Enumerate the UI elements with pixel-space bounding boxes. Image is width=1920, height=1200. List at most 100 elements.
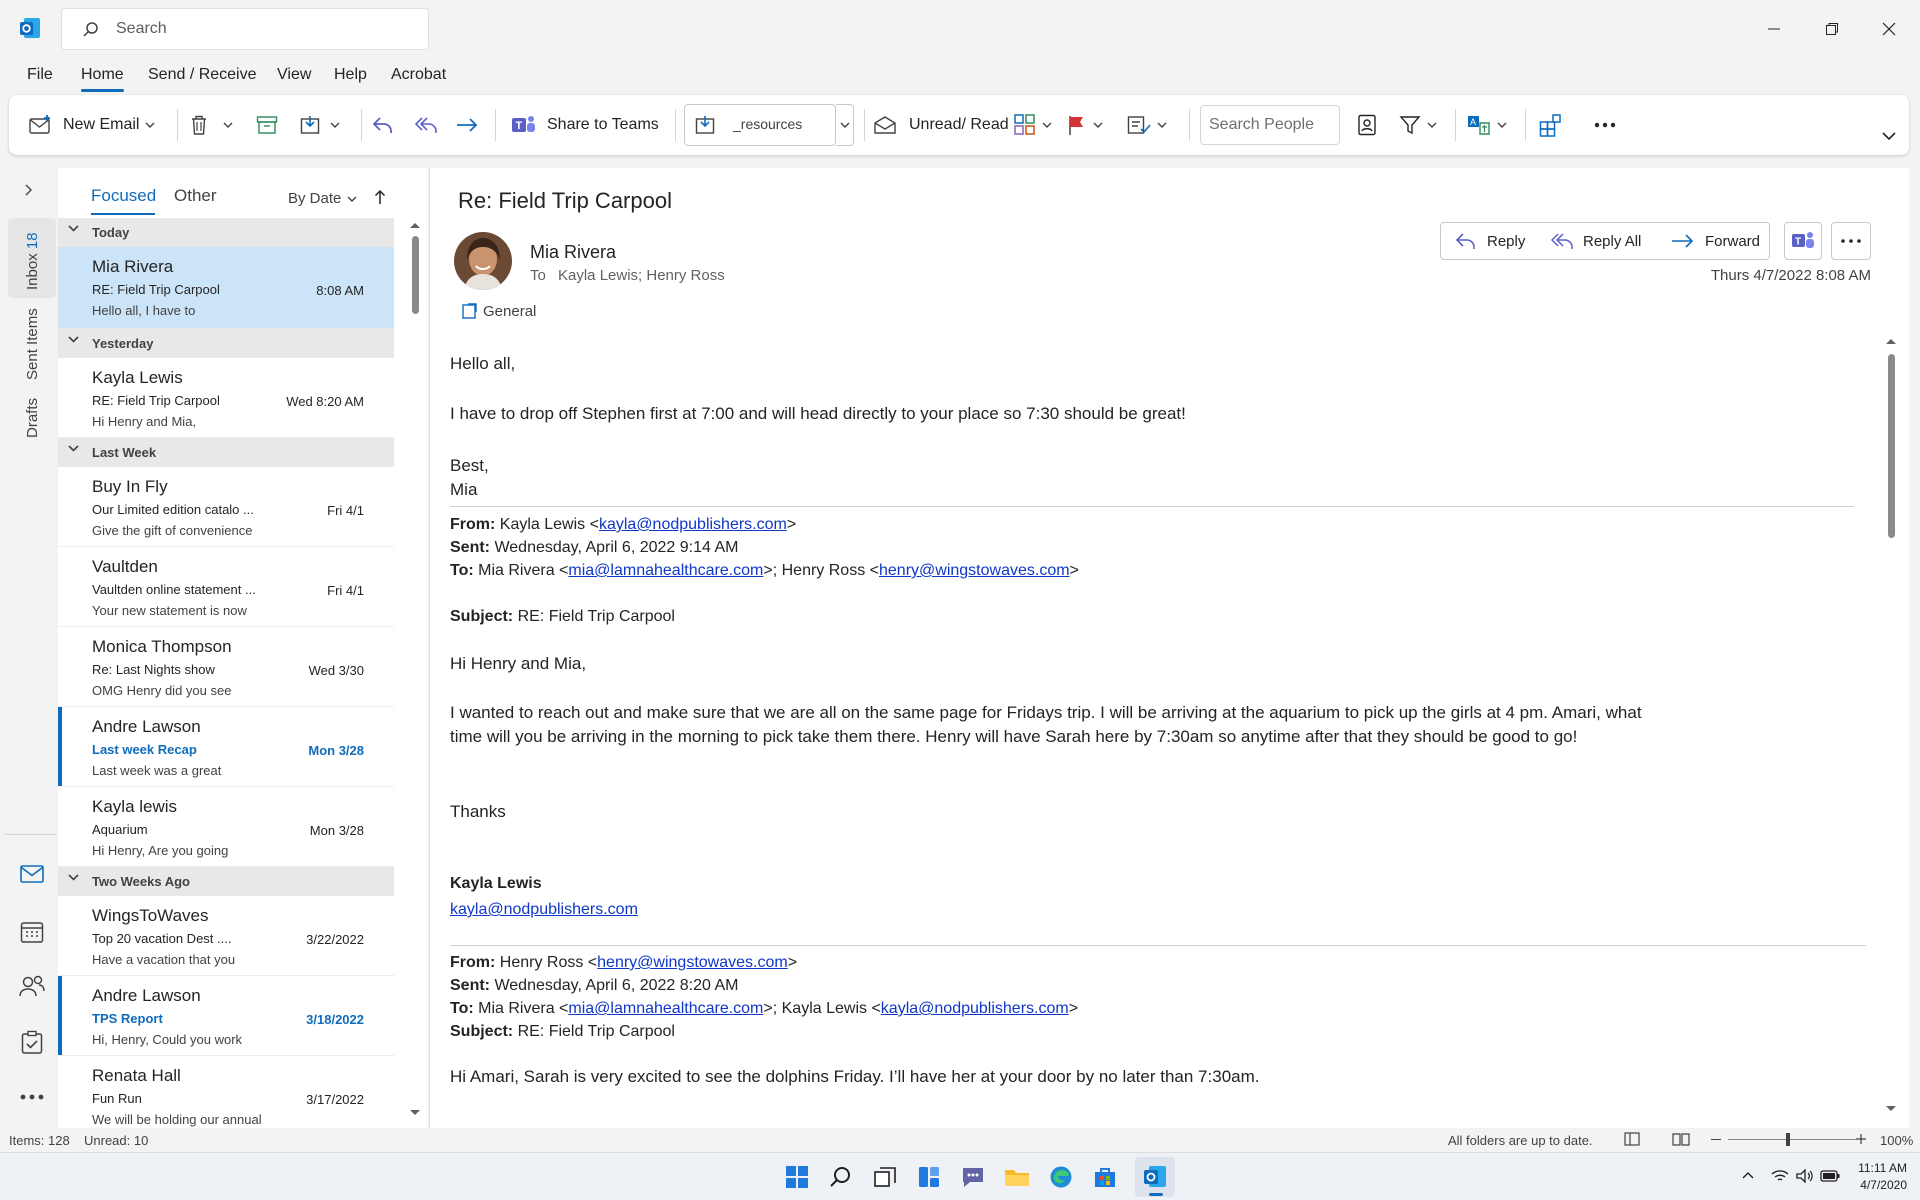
outlook-taskbar-button[interactable] — [1135, 1157, 1175, 1197]
sent-items-folder[interactable]: Sent Items — [24, 308, 41, 380]
scrollbar-thumb[interactable] — [1888, 354, 1895, 538]
file-explorer-button[interactable] — [1003, 1163, 1031, 1191]
list-item[interactable]: Mia Rivera RE: Field Trip Carpool Hello … — [58, 247, 394, 329]
search-people-input[interactable]: Search People — [1200, 105, 1340, 145]
group-header-yesterday[interactable]: Yesterday — [58, 329, 394, 358]
get-add-ins-button[interactable] — [1539, 95, 1563, 155]
battery-icon[interactable] — [1820, 1170, 1840, 1182]
list-item[interactable]: Vaultden Vaultden online statement ... Y… — [58, 547, 394, 627]
start-button[interactable] — [783, 1163, 811, 1191]
teams-chat-taskbar-button[interactable] — [959, 1163, 987, 1191]
rules-button[interactable] — [1127, 95, 1167, 155]
zoom-out-button[interactable] — [1711, 1139, 1721, 1140]
teams-chat-button[interactable]: T — [1784, 222, 1822, 260]
close-button[interactable] — [1866, 12, 1912, 46]
list-item[interactable]: Renata Hall Fun Run We will be holding o… — [58, 1056, 394, 1128]
reading-view-button[interactable] — [1672, 1132, 1690, 1146]
category-tag[interactable]: General — [462, 302, 536, 320]
filter-email-button[interactable] — [1399, 95, 1437, 155]
normal-view-button[interactable] — [1624, 1132, 1640, 1146]
expand-folder-pane-button[interactable] — [25, 184, 33, 196]
wifi-icon[interactable] — [1771, 1169, 1789, 1183]
email-link[interactable]: mia@lamnahealthcare.com — [568, 562, 763, 579]
reply-all-ribbon-button[interactable] — [413, 95, 441, 155]
share-to-teams-button[interactable]: T Share to Teams — [511, 95, 659, 155]
list-item-subject: TPS Report — [92, 1011, 163, 1026]
follow-up-button[interactable] — [1067, 95, 1103, 155]
reply-all-button[interactable]: Reply All — [1539, 222, 1660, 260]
restore-button[interactable] — [1809, 12, 1855, 46]
zoom-slider[interactable] — [1728, 1139, 1856, 1140]
menu-view[interactable]: View — [277, 62, 311, 88]
list-item[interactable]: WingsToWaves Top 20 vacation Dest .... H… — [58, 896, 394, 976]
menu-help[interactable]: Help — [334, 62, 367, 88]
zoom-slider-thumb[interactable] — [1786, 1133, 1790, 1146]
more-actions-button[interactable] — [1831, 222, 1871, 260]
sender-avatar[interactable] — [454, 232, 512, 290]
sort-by-date-dropdown[interactable]: By Date — [288, 190, 357, 207]
email-link[interactable]: kayla@nodpublishers.com — [599, 516, 787, 533]
group-header-last-week[interactable]: Last Week — [58, 438, 394, 467]
new-email-button[interactable]: New Email — [29, 95, 155, 155]
group-header-two-weeks-ago[interactable]: Two Weeks Ago — [58, 867, 394, 896]
zoom-in-button[interactable] — [1855, 1133, 1867, 1145]
archive-icon — [256, 115, 278, 135]
email-link[interactable]: mia@lamnahealthcare.com — [568, 1000, 763, 1017]
list-item[interactable]: Andre Lawson Last week Recap Last week w… — [58, 707, 394, 787]
menu-acrobat[interactable]: Acrobat — [391, 62, 446, 88]
scrollbar-thumb[interactable] — [412, 236, 419, 314]
more-apps-button[interactable] — [20, 1094, 44, 1100]
recipients[interactable]: Kayla Lewis; Henry Ross — [558, 267, 725, 284]
list-item[interactable]: Kayla Lewis RE: Field Trip Carpool Hi He… — [58, 358, 394, 438]
people-nav-button[interactable] — [18, 974, 46, 998]
tasks-nav-button[interactable] — [21, 1030, 43, 1054]
group-header-today[interactable]: Today — [58, 218, 394, 247]
from-label: From: — [450, 954, 496, 971]
archive-button[interactable] — [256, 95, 278, 155]
quote1-signature-email[interactable]: kayla@nodpublishers.com — [450, 898, 638, 922]
drafts-folder[interactable]: Drafts — [24, 398, 41, 438]
taskbar-search-button[interactable] — [827, 1163, 855, 1191]
unread-read-button[interactable]: Unread/ Read — [873, 95, 1009, 155]
reply-ribbon-button[interactable] — [371, 95, 395, 155]
forward-ribbon-button[interactable] — [455, 95, 479, 155]
tab-other[interactable]: Other — [174, 186, 217, 206]
sender-name[interactable]: Mia Rivera — [530, 242, 616, 263]
widgets-button[interactable] — [915, 1163, 943, 1191]
menu-send-receive[interactable]: Send / Receive — [148, 62, 257, 88]
move-button[interactable] — [300, 95, 340, 155]
volume-icon[interactable] — [1796, 1169, 1814, 1183]
task-view-button[interactable] — [871, 1163, 899, 1191]
minimize-button[interactable] — [1751, 12, 1797, 46]
email-link[interactable]: henry@wingstowaves.com — [597, 954, 788, 971]
more-commands-button[interactable] — [1594, 95, 1616, 155]
categorize-button[interactable] — [1014, 95, 1052, 155]
sort-direction-button[interactable] — [374, 189, 386, 205]
delete-button[interactable] — [189, 95, 233, 155]
list-item[interactable]: Andre Lawson TPS Report Hi, Henry, Could… — [58, 976, 394, 1056]
ribbon-collapse-button[interactable] — [1882, 131, 1896, 141]
email-link[interactable]: henry@wingstowaves.com — [879, 562, 1070, 579]
tab-focused[interactable]: Focused — [91, 186, 156, 206]
edge-browser-button[interactable] — [1047, 1163, 1075, 1191]
mail-nav-button[interactable] — [20, 864, 44, 884]
calendar-nav-button[interactable] — [20, 920, 44, 944]
reply-button[interactable]: Reply — [1440, 222, 1540, 260]
menu-file[interactable]: File — [27, 62, 53, 88]
forward-button[interactable]: Forward — [1659, 222, 1770, 260]
show-hidden-icons-button[interactable] — [1742, 1171, 1754, 1179]
reading-pane-scrollbar[interactable] — [1884, 168, 1898, 1111]
search-input[interactable]: Search — [61, 8, 429, 50]
menu-home[interactable]: Home — [81, 62, 124, 92]
clock[interactable]: 11:11 AM 4/7/2020 — [1847, 1160, 1907, 1194]
list-item[interactable]: Buy In Fly Our Limited edition catalo ..… — [58, 467, 394, 547]
quick-move-folder-dropdown[interactable]: _resources — [684, 104, 836, 146]
translate-button[interactable]: A — [1467, 95, 1507, 155]
list-item[interactable]: Kayla lewis Aquarium Hi Henry, Are you g… — [58, 787, 394, 867]
message-list-scrollbar[interactable] — [408, 220, 422, 1120]
quick-move-folder-expand[interactable] — [836, 104, 854, 146]
email-link[interactable]: kayla@nodpublishers.com — [881, 1000, 1069, 1017]
address-book-button[interactable] — [1357, 95, 1377, 155]
list-item[interactable]: Monica Thompson Re: Last Nights show OMG… — [58, 627, 394, 707]
store-button[interactable] — [1091, 1163, 1119, 1191]
